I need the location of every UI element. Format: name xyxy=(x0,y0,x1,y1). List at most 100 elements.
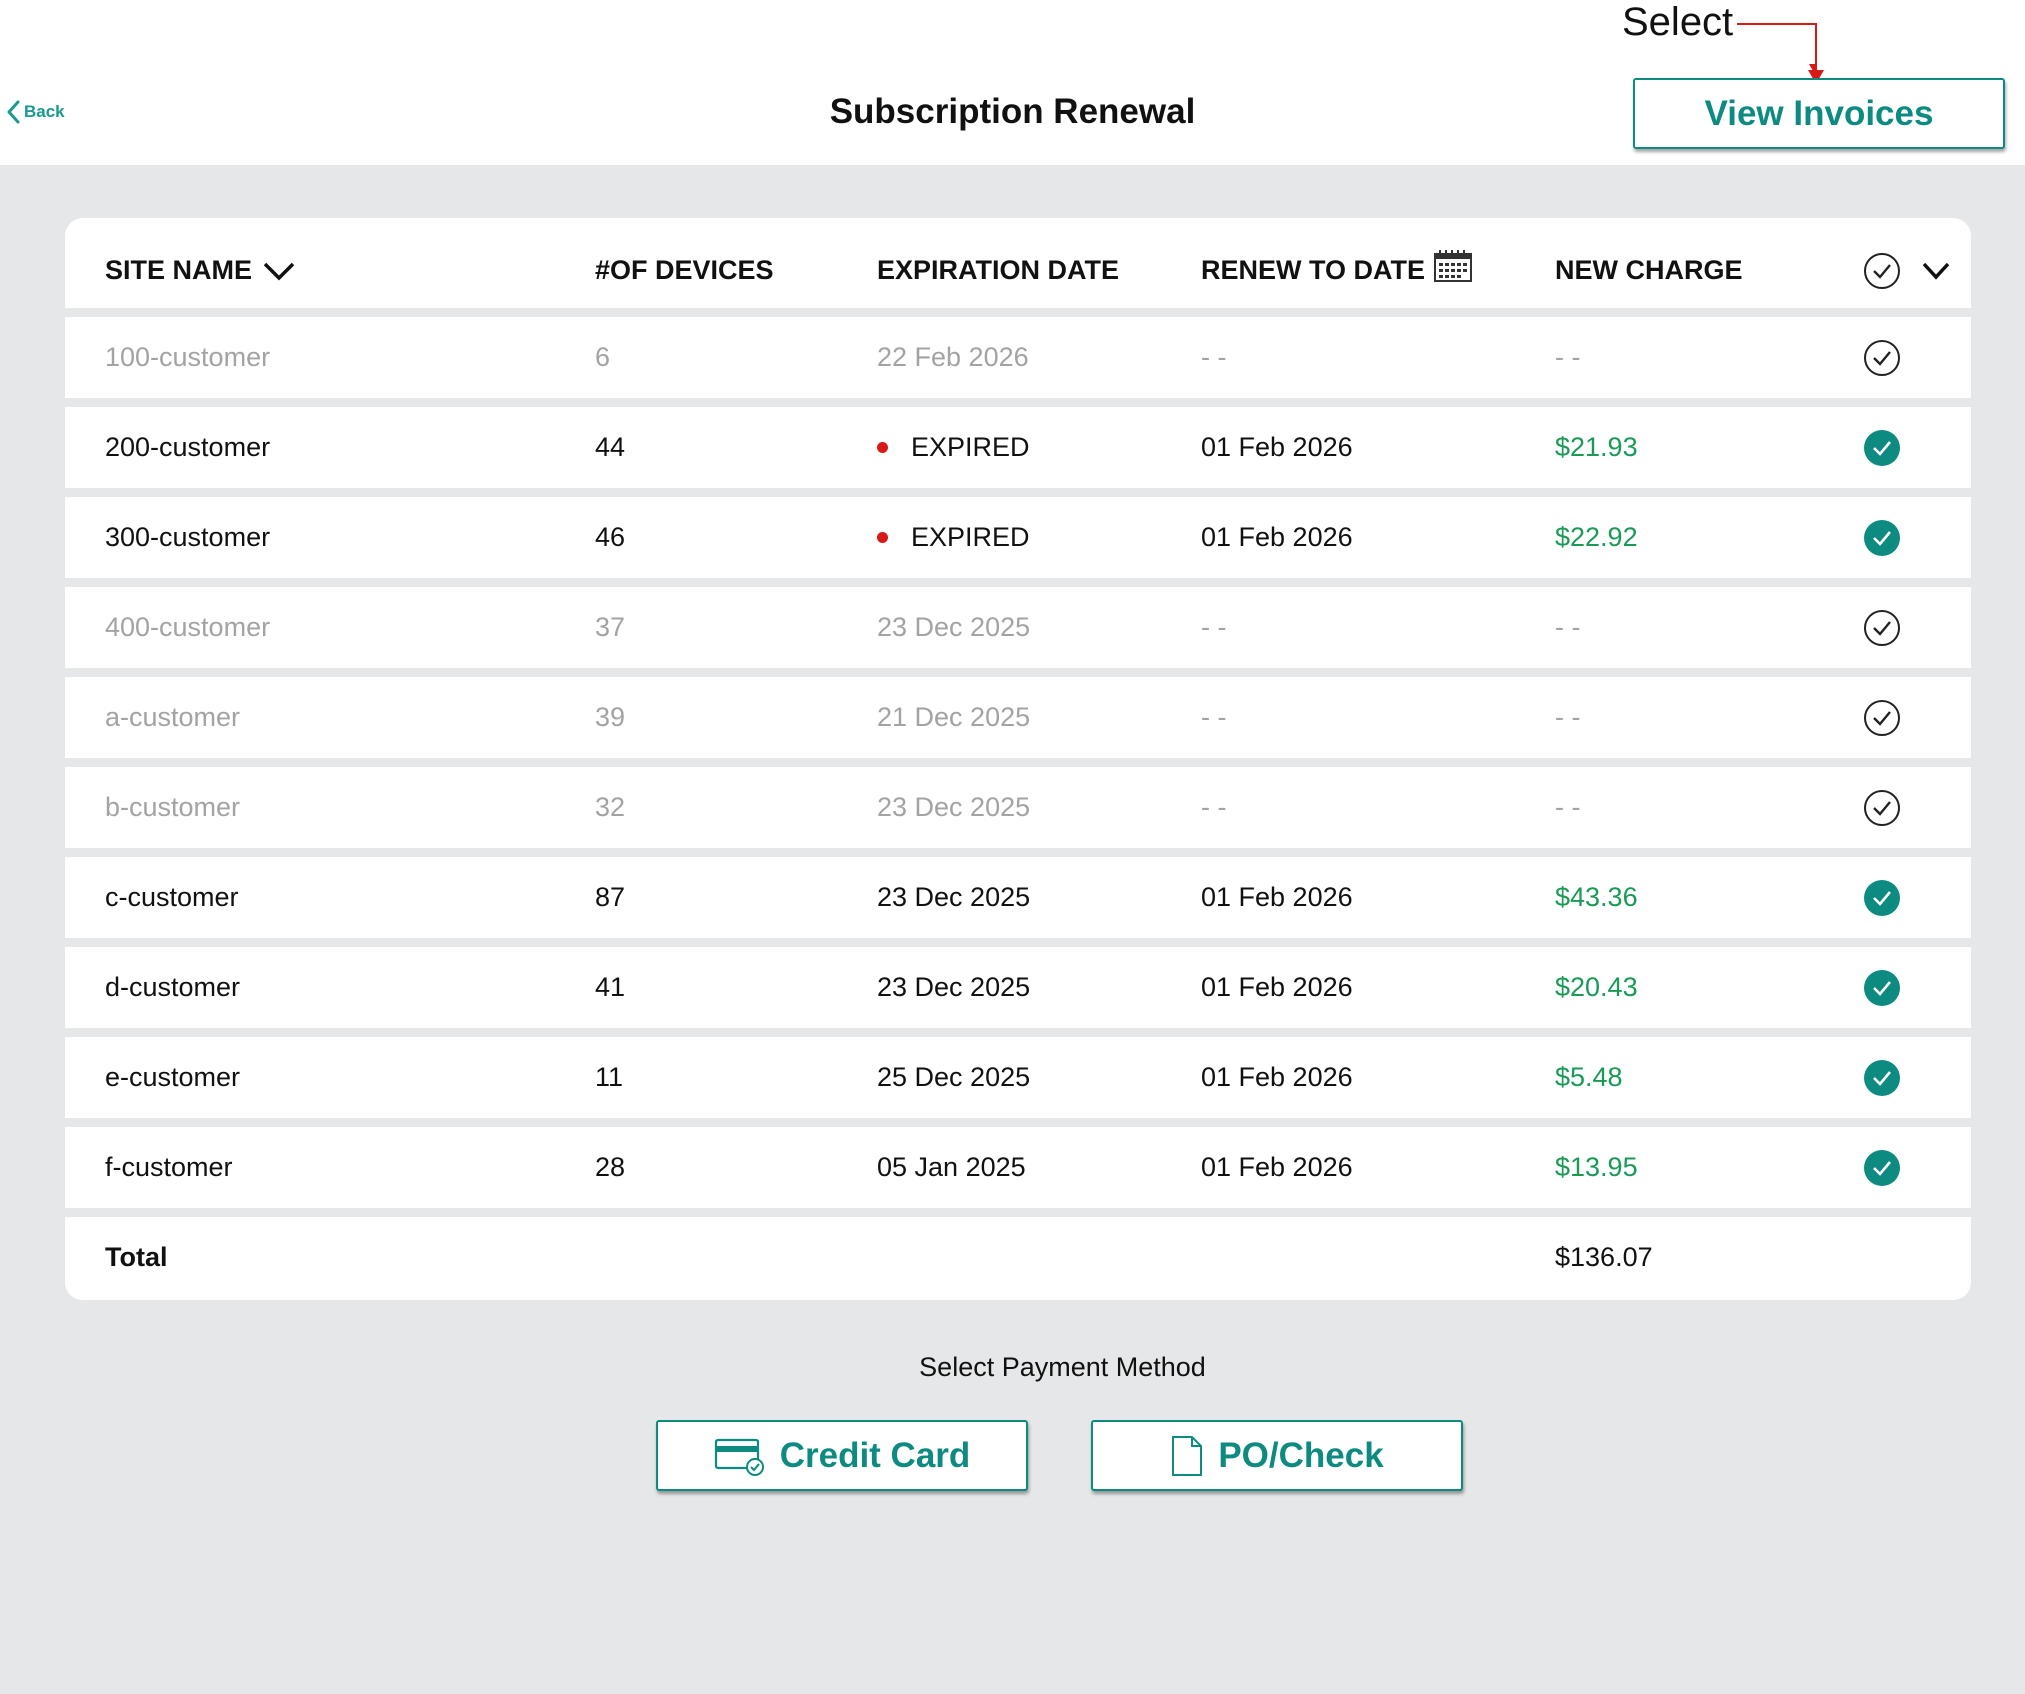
devices-cell: 41 xyxy=(595,972,626,1002)
check-circle-outline-icon xyxy=(1864,339,1900,376)
check-circle-filled-icon xyxy=(1864,1149,1900,1186)
site-name-cell: 400-customer xyxy=(105,612,271,642)
renew-to-date-cell: 01 Feb 2026 xyxy=(1201,972,1353,1002)
expiration-text: 23 Dec 2025 xyxy=(877,882,1031,912)
row-select-checkbox[interactable] xyxy=(1863,1037,1901,1118)
expiration-cell: EXPIRED xyxy=(877,497,1030,578)
select-options-dropdown[interactable] xyxy=(1921,230,1951,311)
expiration-cell: 22 Feb 2026 xyxy=(877,317,1029,398)
sort-site-name[interactable]: SITE NAME xyxy=(105,230,296,311)
calendar-icon[interactable] xyxy=(1433,249,1473,283)
check-circle-outline-icon xyxy=(1864,252,1900,289)
site-name-cell: 200-customer xyxy=(105,432,271,462)
expiration-cell: 21 Dec 2025 xyxy=(877,677,1030,758)
new-charge-cell: $20.43 xyxy=(1555,972,1638,1002)
new-charge-cell: - - xyxy=(1555,702,1581,732)
credit-card-button[interactable]: Credit Card xyxy=(656,1420,1028,1491)
row-select-checkbox[interactable] xyxy=(1863,407,1901,488)
view-invoices-button[interactable]: View Invoices xyxy=(1633,78,2005,149)
devices-cell: 11 xyxy=(595,1062,624,1092)
check-circle-outline-icon xyxy=(1864,699,1900,736)
new-charge-cell: $21.93 xyxy=(1555,432,1638,462)
column-header-new-charge: NEW CHARGE xyxy=(1555,255,1743,285)
annotation-arrow-shape xyxy=(1737,23,1824,84)
payment-method-label: Select Payment Method xyxy=(919,1352,1206,1382)
check-circle-outline-icon xyxy=(1864,609,1900,646)
expiration-cell: 23 Dec 2025 xyxy=(877,857,1030,938)
check-circle-filled-icon xyxy=(1864,519,1900,556)
devices-cell: 39 xyxy=(595,702,626,732)
expiration-text: 21 Dec 2025 xyxy=(877,702,1031,732)
devices-cell: 46 xyxy=(595,522,626,552)
new-charge-cell: - - xyxy=(1555,612,1581,642)
row-divider xyxy=(65,938,1971,947)
select-all-checkbox[interactable] xyxy=(1863,230,1901,311)
row-divider xyxy=(65,488,1971,497)
row-select-checkbox[interactable] xyxy=(1863,857,1901,938)
renew-to-date-cell: 01 Feb 2026 xyxy=(1201,882,1353,912)
total-label: Total xyxy=(105,1242,168,1272)
devices-cell: 37 xyxy=(595,612,626,642)
site-name-cell: e-customer xyxy=(105,1062,241,1092)
table-row[interactable]: c-customer 87 23 Dec 2025 01 Feb 2026 $43.36 xyxy=(65,857,1971,938)
row-divider xyxy=(65,758,1971,767)
expiration-text: 23 Dec 2025 xyxy=(877,612,1031,642)
new-charge-cell: - - xyxy=(1555,342,1581,372)
renewal-table: SITE NAME #OF DEVICES EXPIRATION DATE RE… xyxy=(65,218,1971,1300)
site-name-cell: 100-customer xyxy=(105,342,271,372)
table-row[interactable]: a-customer 39 21 Dec 2025 - - - - xyxy=(65,677,1971,758)
row-divider xyxy=(65,1118,1971,1127)
site-name-cell: f-customer xyxy=(105,1152,233,1182)
column-header-renew-to-date: RENEW TO DATE xyxy=(1201,230,1473,311)
table-row[interactable]: 400-customer 37 23 Dec 2025 - - - - xyxy=(65,587,1971,668)
document-icon xyxy=(1172,1435,1203,1476)
row-select-checkbox[interactable] xyxy=(1863,497,1901,578)
table-row[interactable]: 300-customer 46 EXPIRED 01 Feb 2026 $22.92 xyxy=(65,497,1971,578)
renew-to-date-cell: 01 Feb 2026 xyxy=(1201,432,1353,462)
chevron-down-icon xyxy=(1922,262,1950,280)
table-header-row: SITE NAME #OF DEVICES EXPIRATION DATE RE… xyxy=(65,230,1971,311)
site-name-cell: a-customer xyxy=(105,702,241,732)
site-name-cell: 300-customer xyxy=(105,522,271,552)
row-select-checkbox[interactable] xyxy=(1863,677,1901,758)
row-select-checkbox[interactable] xyxy=(1863,317,1901,398)
row-select-checkbox[interactable] xyxy=(1863,947,1901,1028)
po-check-label: PO/Check xyxy=(1218,1435,1384,1475)
expiration-text: 05 Jan 2025 xyxy=(877,1152,1026,1182)
table-row[interactable]: e-customer 11 25 Dec 2025 01 Feb 2026 $5.48 xyxy=(65,1037,1971,1118)
check-circle-outline-icon xyxy=(1864,789,1900,826)
expiration-text: 23 Dec 2025 xyxy=(877,792,1031,822)
site-name-cell: d-customer xyxy=(105,972,241,1002)
expiration-cell: EXPIRED xyxy=(877,407,1030,488)
credit-card-label: Credit Card xyxy=(779,1435,971,1475)
expiration-cell: 23 Dec 2025 xyxy=(877,767,1030,848)
devices-cell: 87 xyxy=(595,882,626,912)
renew-to-date-cell: - - xyxy=(1201,792,1227,822)
expired-status-dot xyxy=(877,442,888,453)
site-name-cell: b-customer xyxy=(105,792,241,822)
table-row[interactable]: 200-customer 44 EXPIRED 01 Feb 2026 $21.93 xyxy=(65,407,1971,488)
renew-to-date-cell: - - xyxy=(1201,702,1227,732)
expiration-cell: 25 Dec 2025 xyxy=(877,1037,1030,1118)
row-divider xyxy=(65,398,1971,407)
renew-to-date-cell: 01 Feb 2026 xyxy=(1201,1062,1353,1092)
po-check-button[interactable]: PO/Check xyxy=(1091,1420,1463,1491)
table-row[interactable]: b-customer 32 23 Dec 2025 - - - - xyxy=(65,767,1971,848)
new-charge-cell: - - xyxy=(1555,792,1581,822)
column-header-expiration: EXPIRATION DATE xyxy=(877,255,1120,285)
check-circle-filled-icon xyxy=(1864,969,1900,1006)
row-select-checkbox[interactable] xyxy=(1863,767,1901,848)
expiration-cell: 23 Dec 2025 xyxy=(877,587,1030,668)
row-select-checkbox[interactable] xyxy=(1863,587,1901,668)
expiration-text: 22 Feb 2026 xyxy=(877,342,1029,372)
expiration-cell: 05 Jan 2025 xyxy=(877,1127,1026,1208)
site-name-cell: c-customer xyxy=(105,882,239,912)
table-row[interactable]: f-customer 28 05 Jan 2025 01 Feb 2026 $13.95 xyxy=(65,1127,1971,1208)
row-select-checkbox[interactable] xyxy=(1863,1127,1901,1208)
annotation-label: Select xyxy=(1622,0,1734,44)
table-row[interactable]: 100-customer 6 22 Feb 2026 - - - - xyxy=(65,317,1971,398)
renew-to-date-label: RENEW TO DATE xyxy=(1201,255,1426,285)
new-charge-cell: $13.95 xyxy=(1555,1152,1638,1182)
row-divider xyxy=(65,1208,1971,1217)
table-row[interactable]: d-customer 41 23 Dec 2025 01 Feb 2026 $20.43 xyxy=(65,947,1971,1028)
